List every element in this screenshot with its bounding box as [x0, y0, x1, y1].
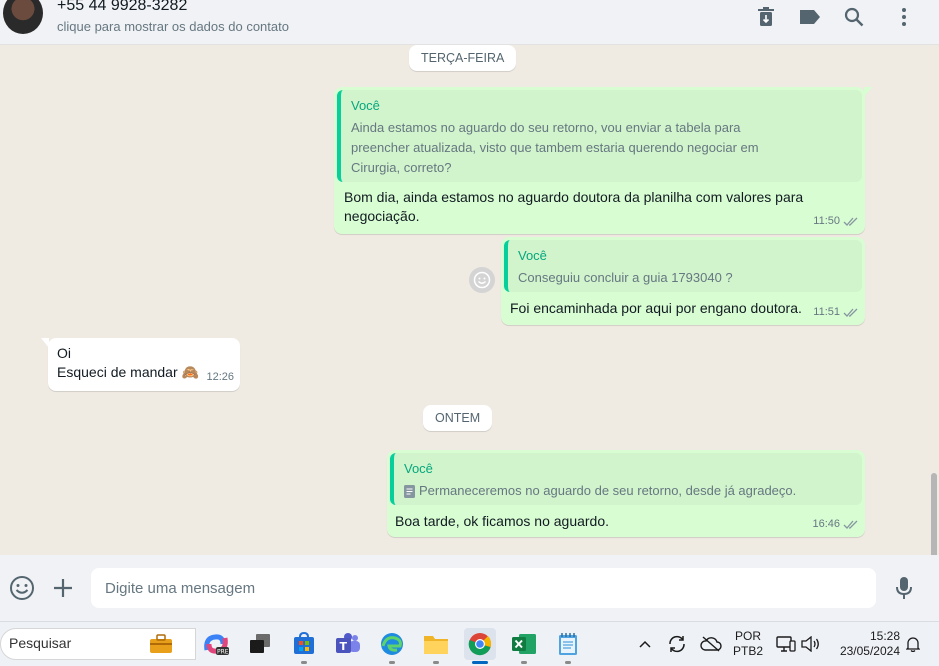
running-indicator — [433, 661, 439, 664]
date-separator-tuesday: TERÇA-FEIRA — [409, 45, 517, 71]
cloud-offline-icon[interactable] — [698, 628, 724, 660]
running-indicator — [565, 661, 571, 664]
quote-author: Você — [404, 461, 433, 476]
message-time: 16:46 — [812, 518, 840, 530]
message-line: Esqueci de mandar 🙈 — [57, 364, 199, 380]
copilot-icon[interactable]: PRE — [200, 628, 232, 660]
notepad-icon[interactable] — [552, 628, 584, 664]
running-indicator — [521, 661, 527, 664]
message-list[interactable]: TERÇA-FEIRA Você Ainda estamos no aguard… — [0, 45, 939, 555]
edge-icon[interactable] — [376, 628, 408, 664]
message-text: Oi Esqueci de mandar 🙈 — [57, 344, 199, 382]
svg-text:PRE: PRE — [217, 649, 229, 656]
double-check-icon — [843, 308, 858, 317]
quote-line: Ainda estamos no aguardo do seu retorno,… — [351, 120, 741, 135]
message-input[interactable] — [91, 568, 876, 608]
message-composer — [0, 555, 939, 621]
excel-icon[interactable] — [508, 628, 540, 664]
message-time: 11:51 — [813, 306, 840, 318]
plus-icon[interactable] — [49, 574, 77, 602]
svg-text:T: T — [340, 640, 348, 653]
incoming-message[interactable]: Oi Esqueci de mandar 🙈 12:26 — [48, 338, 240, 391]
message-meta: 11:51 — [813, 303, 859, 322]
date-separator-yesterday: ONTEM — [423, 405, 493, 431]
keyboard-label: PTB2 — [733, 644, 764, 658]
work-icon[interactable] — [147, 632, 175, 656]
contact-name[interactable]: +55 44 9928-3282 — [57, 0, 187, 15]
outgoing-message[interactable]: Você Ainda estamos no aguardo do seu ret… — [334, 87, 865, 234]
quote-line: Cirurgia, correto? — [351, 160, 452, 175]
quoted-message[interactable]: Você Permaneceremos no aguardo de seu re… — [390, 453, 862, 505]
outgoing-message[interactable]: Você Conseguiu concluir a guia 1793040 ?… — [501, 237, 865, 325]
message-meta: 12:26 — [206, 368, 234, 387]
teams-icon[interactable]: T — [332, 628, 364, 660]
bubble-tail — [41, 338, 49, 348]
message-line: Bom dia, ainda estamos no aguardo doutor… — [344, 189, 804, 205]
menu-icon[interactable] — [892, 6, 916, 28]
quote-author: Você — [351, 98, 380, 113]
delete-icon[interactable] — [754, 6, 778, 28]
search-icon[interactable] — [842, 6, 866, 28]
message-text: Bom dia, ainda estamos no aguardo doutor… — [344, 188, 803, 226]
running-indicator — [389, 661, 395, 664]
quoted-message[interactable]: Você Ainda estamos no aguardo do seu ret… — [337, 90, 862, 182]
bubble-tail — [864, 87, 872, 97]
message-text: Foi encaminhada por aqui por engano dout… — [510, 300, 802, 316]
message-line: negociação. — [344, 208, 420, 224]
double-check-icon — [843, 520, 858, 529]
taskbar-search[interactable] — [0, 628, 196, 660]
chat-header: +55 44 9928-3282 clique para mostrar os … — [0, 0, 939, 45]
quoted-message[interactable]: Você Conseguiu concluir a guia 1793040 ? — [504, 240, 862, 292]
message-meta: 11:50 — [813, 212, 859, 231]
quote-text: Permaneceremos no aguardo de seu retorno… — [419, 483, 797, 498]
clock-date: 23/05/2024 — [839, 644, 900, 658]
sync-icon[interactable] — [664, 628, 690, 660]
task-view-icon[interactable] — [244, 628, 276, 660]
message-time: 12:26 — [206, 371, 234, 383]
contact-avatar[interactable] — [3, 0, 43, 34]
input-language[interactable]: POR PTB2 — [733, 629, 763, 659]
label-icon[interactable] — [798, 6, 822, 28]
running-indicator — [301, 661, 307, 664]
clock[interactable]: 15:28 23/05/2024 — [832, 629, 900, 659]
message-line: Oi — [57, 345, 71, 361]
store-icon[interactable] — [288, 628, 320, 664]
windows-taskbar: PRE T POR PTB2 — [0, 621, 939, 666]
microphone-icon[interactable] — [890, 574, 918, 602]
chat-scrollbar[interactable] — [931, 473, 937, 555]
notification-bell-icon[interactable] — [902, 628, 924, 660]
document-icon — [404, 484, 415, 498]
language-label: POR — [734, 629, 761, 643]
network-icon[interactable] — [774, 628, 798, 660]
clock-time: 15:28 — [869, 629, 900, 643]
message-time: 11:50 — [813, 215, 840, 227]
quote-author: Você — [518, 248, 547, 263]
quote-line: preencher atualizada, visto que tambem e… — [351, 140, 759, 155]
message-text: Boa tarde, ok ficamos no aguardo. — [395, 513, 610, 529]
chrome-icon[interactable] — [464, 628, 496, 664]
quote-line: Permaneceremos no aguardo de seu retorno… — [404, 481, 852, 501]
contact-subtitle[interactable]: clique para mostrar os dados do contato — [57, 19, 289, 34]
chevron-up-icon[interactable] — [634, 628, 656, 660]
active-indicator — [472, 661, 488, 664]
quote-line: Conseguiu concluir a guia 1793040 ? — [518, 270, 733, 285]
volume-icon[interactable] — [798, 628, 822, 660]
emoji-icon[interactable] — [8, 574, 36, 602]
outgoing-message[interactable]: Você Permaneceremos no aguardo de seu re… — [387, 450, 865, 537]
taskbar-search-input[interactable] — [9, 635, 139, 651]
message-meta: 16:46 — [812, 515, 859, 534]
react-emoji-icon[interactable] — [469, 267, 495, 293]
file-explorer-icon[interactable] — [420, 628, 452, 664]
double-check-icon — [843, 217, 858, 226]
